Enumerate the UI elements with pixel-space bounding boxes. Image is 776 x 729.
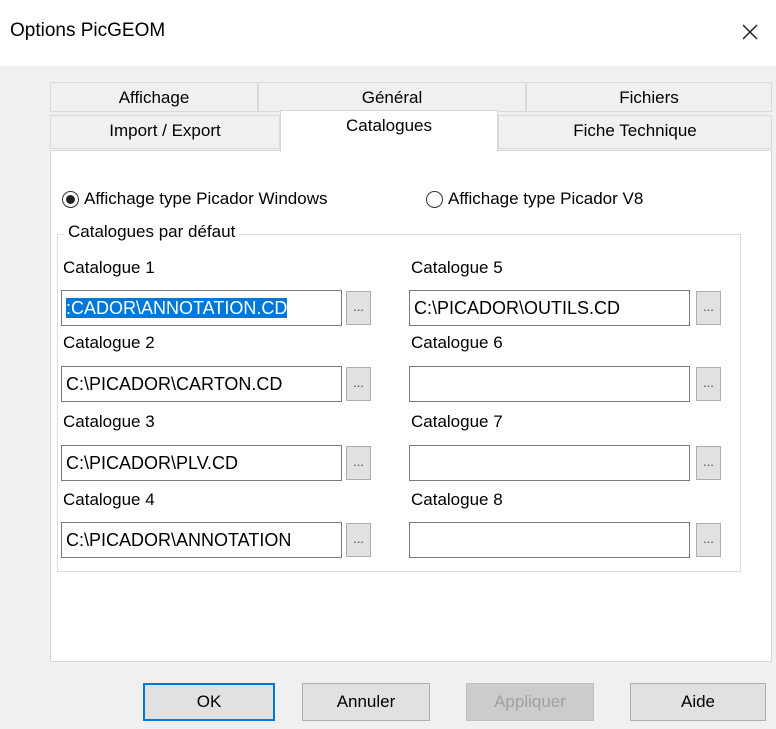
tab-general[interactable]: Général bbox=[258, 82, 526, 112]
catalogue-2-field[interactable]: C:\PICADOR\CARTON.CD bbox=[61, 366, 342, 402]
cancel-button[interactable]: Annuler bbox=[302, 683, 430, 721]
tab-fiche-technique[interactable]: Fiche Technique bbox=[498, 115, 772, 149]
radio-label: Affichage type Picador Windows bbox=[84, 189, 328, 208]
tab-label: Import / Export bbox=[109, 121, 221, 140]
radio-label: Affichage type Picador V8 bbox=[448, 189, 644, 208]
tab-label: Fiche Technique bbox=[573, 121, 697, 140]
catalogue-7-field[interactable] bbox=[409, 445, 690, 481]
catalogue-4-label: Catalogue 4 bbox=[63, 490, 155, 509]
help-button[interactable]: Aide bbox=[630, 683, 766, 721]
window-title: Options PicGEOM bbox=[10, 20, 166, 41]
catalogue-1-field[interactable]: :CADOR\ANNOTATION.CD bbox=[61, 290, 342, 326]
catalogue-1-browse-button[interactable]: ... bbox=[346, 291, 371, 325]
radio-picador-v8[interactable]: Affichage type Picador V8 bbox=[426, 189, 643, 209]
catalogue-1-label: Catalogue 1 bbox=[63, 258, 155, 277]
ok-button[interactable]: OK bbox=[143, 683, 275, 721]
catalogue-2-browse-button[interactable]: ... bbox=[346, 367, 371, 401]
tab-catalogues[interactable]: Catalogues bbox=[280, 110, 498, 152]
tab-label: Catalogues bbox=[345, 116, 432, 135]
tab-fichiers[interactable]: Fichiers bbox=[526, 82, 772, 112]
catalogue-6-label: Catalogue 6 bbox=[411, 333, 503, 352]
apply-button[interactable]: Appliquer bbox=[466, 683, 594, 721]
title-bar: Options PicGEOM bbox=[0, 0, 776, 66]
catalogue-4-browse-button[interactable]: ... bbox=[346, 523, 371, 557]
catalogue-5-label: Catalogue 5 bbox=[411, 258, 503, 277]
radio-button-checked[interactable] bbox=[62, 190, 79, 208]
catalogue-8-field[interactable] bbox=[409, 522, 690, 558]
tab-label: Affichage bbox=[118, 88, 190, 107]
close-button[interactable] bbox=[728, 12, 772, 52]
radio-picador-windows[interactable]: Affichage type Picador Windows bbox=[62, 189, 327, 209]
tab-import-export[interactable]: Import / Export bbox=[50, 115, 280, 149]
catalogue-1-value: :CADOR\ANNOTATION.CD bbox=[66, 298, 288, 318]
catalogue-7-browse-button[interactable]: ... bbox=[696, 446, 721, 480]
radio-button-unchecked[interactable] bbox=[426, 190, 443, 208]
options-dialog: Options PicGEOM Affichage Général Fichie… bbox=[0, 0, 776, 729]
tab-label: Fichiers bbox=[619, 88, 679, 107]
catalogue-6-browse-button[interactable]: ... bbox=[696, 367, 721, 401]
catalogue-3-browse-button[interactable]: ... bbox=[346, 446, 371, 480]
catalogue-5-browse-button[interactable]: ... bbox=[696, 291, 721, 325]
catalogue-7-label: Catalogue 7 bbox=[411, 412, 503, 431]
catalogue-4-field[interactable]: C:\PICADOR\ANNOTATION bbox=[61, 522, 342, 558]
catalogue-8-browse-button[interactable]: ... bbox=[696, 523, 721, 557]
close-icon bbox=[742, 24, 758, 40]
catalogue-3-field[interactable]: C:\PICADOR\PLV.CD bbox=[61, 445, 342, 481]
groupbox-title: Catalogues par défaut bbox=[64, 222, 240, 242]
catalogue-5-field[interactable]: C:\PICADOR\OUTILS.CD bbox=[409, 290, 690, 326]
tab-affichage[interactable]: Affichage bbox=[50, 82, 258, 112]
tab-label: Général bbox=[361, 88, 423, 107]
catalogue-2-label: Catalogue 2 bbox=[63, 333, 155, 352]
catalogue-3-label: Catalogue 3 bbox=[63, 412, 155, 431]
catalogue-6-field[interactable] bbox=[409, 366, 690, 402]
catalogue-8-label: Catalogue 8 bbox=[411, 490, 503, 509]
